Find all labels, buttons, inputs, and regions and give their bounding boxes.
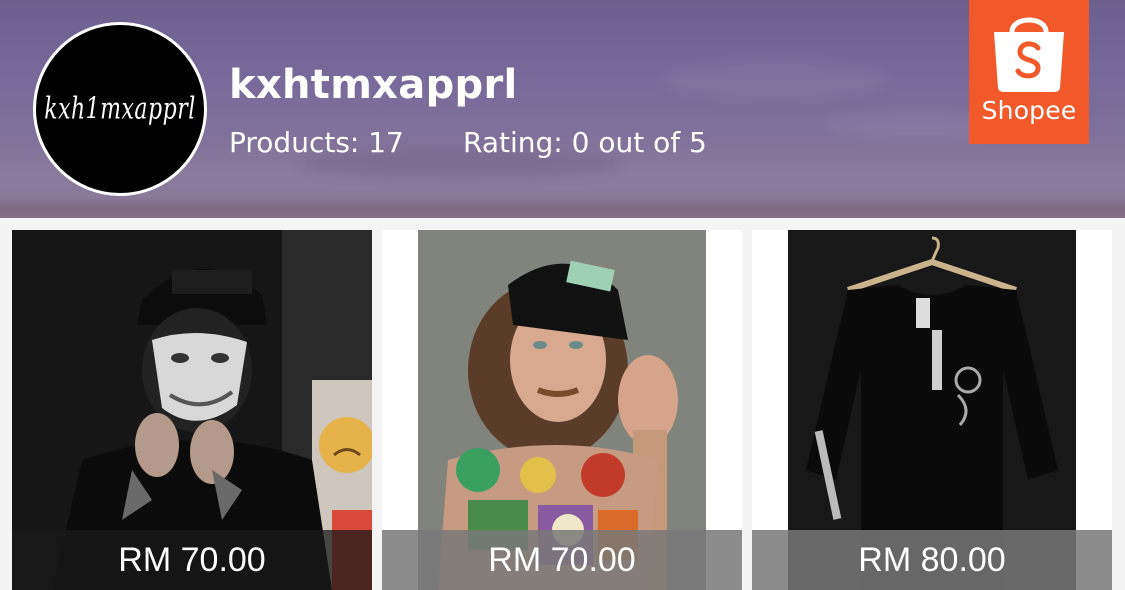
price-bar: RM 70.00 xyxy=(382,530,742,590)
product-price: RM 70.00 xyxy=(488,540,636,579)
shop-avatar[interactable]: kxh1mxapprl xyxy=(33,22,207,196)
price-bar: RM 80.00 xyxy=(752,530,1112,590)
shopee-logo[interactable]: Shopee xyxy=(969,0,1089,144)
shop-rating: Rating: 0 out of 5 xyxy=(463,126,707,159)
shop-name[interactable]: kxhtmxapprl xyxy=(229,62,517,108)
banner-horizon xyxy=(0,196,1125,218)
shopping-bag-icon xyxy=(994,17,1064,92)
products-count: Products: 17 xyxy=(229,126,404,159)
product-card[interactable]: RM 70.00 xyxy=(12,230,372,590)
shopee-wordmark: Shopee xyxy=(981,96,1077,125)
price-bar: RM 70.00 xyxy=(12,530,372,590)
product-card[interactable]: RM 80.00 xyxy=(752,230,1112,590)
avatar-logo-text: kxh1mxapprl xyxy=(44,92,196,126)
product-grid: RM 70.00 RM 70.00 RM 80.00 xyxy=(0,218,1125,590)
product-price: RM 70.00 xyxy=(118,540,266,579)
shop-header: kxh1mxapprl kxhtmxapprl Products: 17 Rat… xyxy=(0,0,1125,218)
product-card[interactable]: RM 70.00 xyxy=(382,230,742,590)
sky-cloud xyxy=(660,60,890,100)
product-price: RM 80.00 xyxy=(858,540,1006,579)
